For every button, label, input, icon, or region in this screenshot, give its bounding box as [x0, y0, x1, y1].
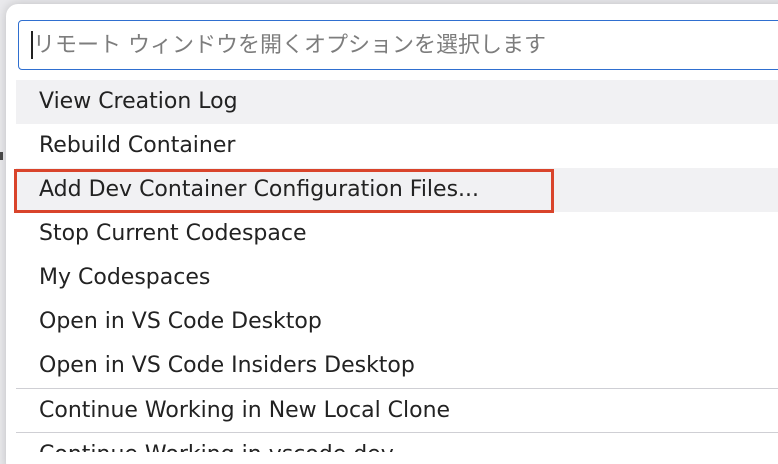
option-open-in-vscode-desktop[interactable]: Open in VS Code Desktop [16, 300, 778, 344]
quick-pick-list: View Creation Log Rebuild Container Add … [16, 80, 778, 452]
remote-window-quick-pick: View Creation Log Rebuild Container Add … [6, 4, 778, 464]
option-my-codespaces[interactable]: My Codespaces [16, 256, 778, 300]
option-view-creation-log[interactable]: View Creation Log [16, 80, 778, 124]
option-continue-working-vscode-dev[interactable]: Continue Working in vscode.dev [16, 432, 778, 452]
option-rebuild-container[interactable]: Rebuild Container [16, 124, 778, 168]
screen: View Creation Log Rebuild Container Add … [0, 0, 778, 464]
option-open-in-vscode-insiders-desktop[interactable]: Open in VS Code Insiders Desktop [16, 344, 778, 388]
option-add-dev-container-config-files[interactable]: Add Dev Container Configuration Files... [16, 168, 778, 212]
quick-pick-input[interactable] [33, 21, 778, 69]
option-stop-current-codespace[interactable]: Stop Current Codespace [16, 212, 778, 256]
quick-pick-input-box[interactable] [18, 20, 778, 70]
editor-text-fragment [0, 152, 3, 160]
option-continue-working-new-local-clone[interactable]: Continue Working in New Local Clone [16, 388, 778, 432]
